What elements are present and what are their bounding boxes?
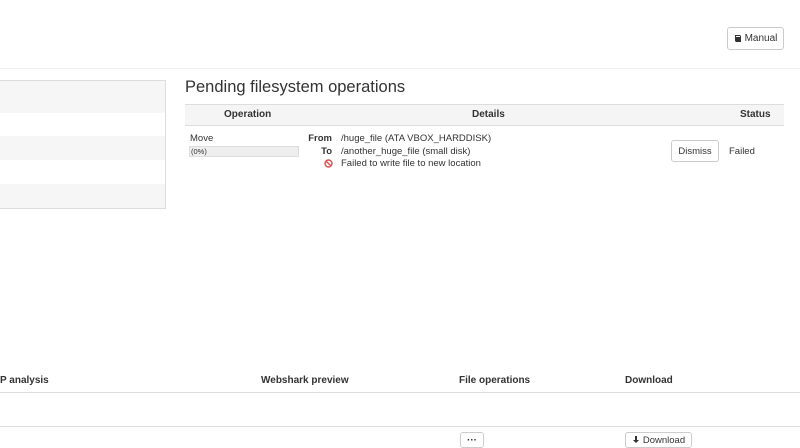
download-button[interactable]: Download — [625, 432, 692, 448]
to-value: /another_huge_file (small disk) — [341, 146, 471, 157]
page-title: Pending filesystem operations — [185, 78, 406, 96]
left-list-row[interactable] — [0, 80, 166, 114]
from-label: From — [308, 133, 332, 144]
col-webshark-preview: Webshark preview — [261, 375, 349, 386]
left-list-row[interactable] — [0, 160, 166, 185]
download-button-label: Download — [642, 434, 686, 446]
operation-name: Move — [190, 133, 214, 144]
col-download: Download — [625, 375, 673, 386]
more-options-button[interactable]: ··· — [460, 432, 484, 448]
manual-button[interactable]: Manual — [727, 27, 784, 50]
header-divider — [0, 68, 800, 69]
left-list-row[interactable] — [0, 113, 166, 137]
left-list-row[interactable] — [0, 136, 166, 161]
progress-label: (0%) — [191, 147, 207, 156]
status-text: Failed — [729, 146, 755, 157]
error-message: Failed to write file to new location — [341, 158, 481, 169]
col-file-operations: File operations — [459, 375, 531, 386]
download-icon — [632, 436, 639, 443]
manual-button-label: Manual — [744, 33, 778, 44]
book-icon — [734, 35, 741, 42]
from-value: /huge_file (ATA VBOX_HARDDISK) — [341, 133, 492, 144]
col-analysis: P analysis — [0, 375, 49, 386]
table-divider — [0, 392, 800, 393]
dismiss-button[interactable]: Dismiss — [671, 140, 719, 162]
table-divider — [0, 426, 800, 427]
left-list-row[interactable] — [0, 184, 166, 209]
ban-icon — [324, 159, 333, 168]
col-status: Status — [740, 109, 771, 120]
to-label: To — [321, 146, 332, 157]
col-operation: Operation — [224, 109, 272, 120]
col-details: Details — [472, 109, 505, 120]
